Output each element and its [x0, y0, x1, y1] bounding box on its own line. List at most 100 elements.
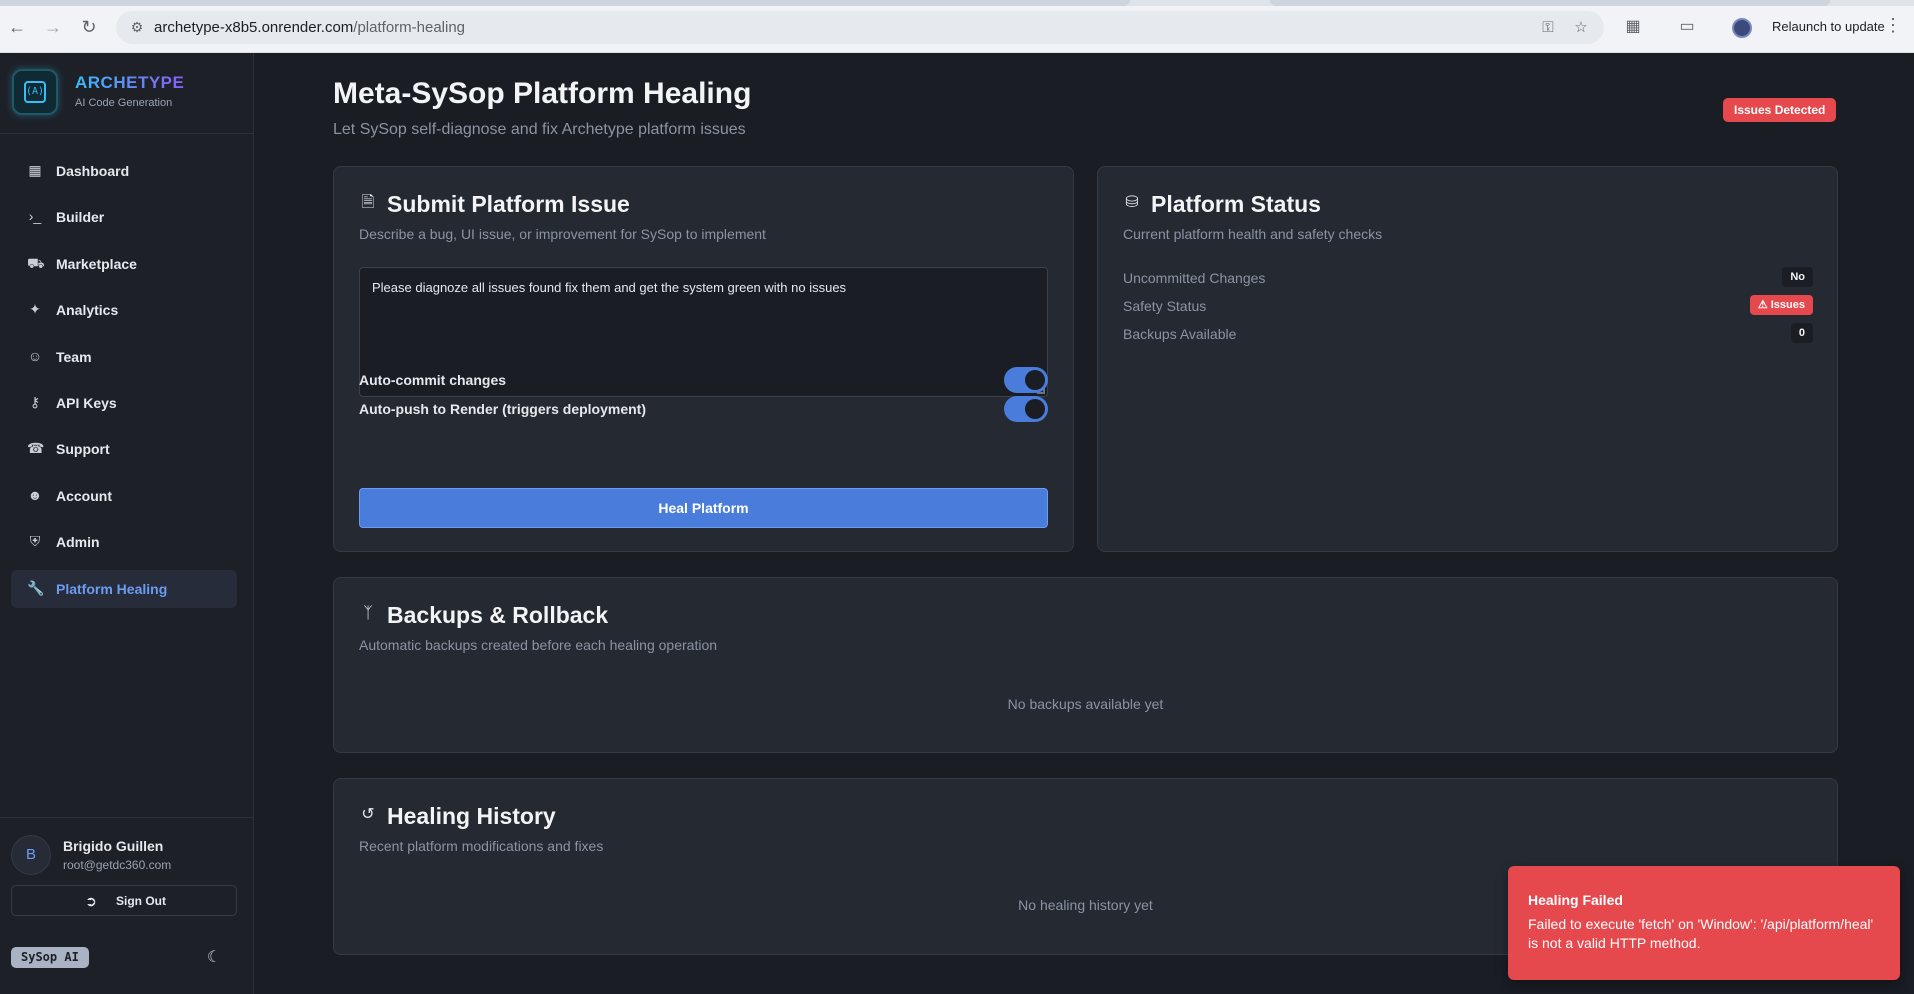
browser-menu-icon[interactable]: ⋮: [1884, 15, 1902, 36]
cart-icon: ⛟: [27, 254, 45, 271]
sidebar-item-label: Platform Healing: [56, 580, 168, 597]
sidebar-item-dashboard[interactable]: ▦ Dashboard: [11, 152, 237, 190]
backups-card: ᛉ Backups & Rollback Automatic backups c…: [333, 577, 1838, 753]
forward-icon[interactable]: →: [40, 14, 66, 40]
avatar: B: [11, 835, 51, 875]
theme-toggle-moon-icon[interactable]: ☾: [204, 948, 224, 968]
sign-out-label: Sign Out: [116, 894, 166, 908]
file-code-icon: 🗎: [361, 194, 375, 211]
sidebar-item-analytics[interactable]: ✦ Analytics: [11, 291, 237, 329]
terminal-icon: ›_: [28, 208, 42, 225]
grid-icon: ▦: [28, 162, 42, 178]
user-email: root@getdc360.com: [63, 858, 172, 872]
tab-background[interactable]: [1270, 0, 1830, 6]
sidebar-item-api-keys[interactable]: ⚷ API Keys: [11, 384, 237, 422]
password-key-icon[interactable]: ⚿: [1538, 18, 1558, 38]
status-row-safety: Safety Status ⚠ Issues: [1123, 295, 1813, 317]
status-badge: Issues Detected: [1723, 98, 1837, 122]
logo-mark: (A): [24, 81, 46, 103]
brand[interactable]: (A) ARCHETYPE AI Code Generation: [12, 69, 242, 119]
status-row-backups: Backups Available 0: [1123, 323, 1813, 345]
bookmark-star-icon[interactable]: ☆: [1571, 18, 1591, 38]
toggle-label: Auto-push to Render (triggers deployment…: [359, 401, 646, 417]
status-value-badge: No: [1782, 267, 1813, 287]
sidebar-item-marketplace[interactable]: ⛟ Marketplace: [11, 245, 237, 283]
platform-status-card: ⛁ Platform Status Current platform healt…: [1097, 166, 1838, 552]
tab-strip: [0, 0, 1914, 6]
sidebar-item-label: Support: [56, 441, 110, 458]
divider: [0, 133, 253, 134]
extensions-icon[interactable]: ▦: [1622, 16, 1644, 38]
user-profile: B Brigido Guillen root@getdc360.com: [11, 835, 241, 875]
sidebar-item-label: API Keys: [56, 394, 117, 411]
relaunch-button[interactable]: Relaunch to update: [1772, 19, 1885, 34]
logo-icon: (A): [12, 69, 58, 115]
headset-icon: ☎: [27, 440, 45, 457]
status-value-badge: 0: [1790, 323, 1813, 343]
users-icon: ☺: [27, 347, 43, 364]
sidebar-item-builder[interactable]: ›_ Builder: [11, 198, 237, 236]
history-icon: ↺: [361, 806, 375, 823]
sysop-badge: SySop AI: [11, 947, 89, 968]
sidebar-item-label: Builder: [56, 209, 105, 226]
auto-commit-row: Auto-commit changes: [359, 367, 1048, 393]
sparkles-icon: ✦: [29, 301, 41, 318]
brand-tagline: AI Code Generation: [75, 97, 173, 109]
card-subtitle: Describe a bug, UI issue, or improvement…: [359, 226, 766, 242]
sign-out-button[interactable]: ➲ Sign Out: [11, 885, 237, 916]
error-toast[interactable]: Healing Failed Failed to execute 'fetch'…: [1508, 866, 1900, 980]
safety-status-value: Issues: [1770, 299, 1805, 311]
auto-commit-toggle[interactable]: [1004, 367, 1048, 393]
back-icon[interactable]: ←: [4, 14, 30, 40]
reload-icon[interactable]: ↻: [76, 14, 102, 40]
status-key: Backups Available: [1123, 326, 1237, 342]
page-subtitle: Let SySop self-diagnose and fix Archetyp…: [333, 121, 746, 138]
toggle-label: Auto-commit changes: [359, 372, 507, 388]
shield-icon: ⛨: [29, 533, 41, 550]
toggle-knob: [1025, 399, 1045, 419]
site-info-icon[interactable]: ⚙: [128, 18, 146, 36]
status-key: Safety Status: [1123, 298, 1207, 314]
url-path: /platform-healing: [353, 19, 466, 36]
sidebar-item-support[interactable]: ☎ Support: [11, 430, 237, 468]
tab-background[interactable]: [0, 0, 1130, 6]
address-bar[interactable]: ⚙ archetype-x8b5.onrender.com/platform-h…: [116, 11, 1604, 44]
card-title: Healing History: [387, 803, 556, 829]
database-icon: ⛁: [1125, 194, 1139, 211]
page-title: Meta-SySop Platform Healing: [333, 77, 752, 110]
auto-push-toggle[interactable]: [1004, 396, 1048, 422]
user-icon: ☻: [27, 486, 43, 503]
url-host: archetype-x8b5.onrender.com: [154, 19, 354, 36]
sidebar-item-team[interactable]: ☺ Team: [11, 338, 237, 376]
sidebar: (A) ARCHETYPE AI Code Generation ▦ Dashb…: [0, 53, 254, 994]
sidebar-item-account[interactable]: ☻ Account: [11, 477, 237, 515]
profile-avatar-icon[interactable]: [1732, 18, 1752, 38]
heal-platform-button[interactable]: Heal Platform: [359, 488, 1048, 528]
media-cast-icon[interactable]: ▭: [1676, 16, 1698, 38]
card-title: Platform Status: [1151, 191, 1321, 217]
toast-message: Failed to execute 'fetch' on 'Window': '…: [1528, 916, 1874, 951]
sidebar-item-admin[interactable]: ⛨ Admin: [11, 523, 237, 561]
submit-issue-card: 🗎 Submit Platform Issue Describe a bug, …: [333, 166, 1074, 552]
textarea-value: Please diagnoze all issues found fix the…: [372, 280, 847, 295]
safety-status-badge: ⚠ Issues: [1749, 295, 1813, 315]
toggle-knob: [1025, 370, 1045, 390]
auto-push-row: Auto-push to Render (triggers deployment…: [359, 396, 1048, 422]
sidebar-nav: ▦ Dashboard ›_ Builder ⛟ Marketplace ✦ A…: [11, 152, 237, 616]
user-name: Brigido Guillen: [63, 838, 164, 854]
brand-name: ARCHETYPE: [75, 73, 185, 92]
sidebar-item-label: Analytics: [56, 302, 119, 319]
sidebar-item-label: Dashboard: [56, 163, 130, 179]
card-title: Backups & Rollback: [387, 602, 609, 628]
key-icon: ⚷: [29, 393, 41, 410]
card-subtitle: Automatic backups created before each he…: [359, 637, 718, 653]
url-text[interactable]: archetype-x8b5.onrender.com/platform-hea…: [154, 19, 465, 36]
sign-out-icon: ➲: [85, 893, 97, 909]
empty-state: No backups available yet: [1007, 696, 1164, 712]
toast-title: Healing Failed: [1528, 892, 1623, 908]
status-key: Uncommitted Changes: [1123, 270, 1266, 286]
git-branch-icon: ᛉ: [363, 605, 373, 622]
sidebar-item-platform-healing[interactable]: 🔧 Platform Healing: [11, 569, 237, 608]
status-row-uncommitted: Uncommitted Changes No: [1123, 267, 1813, 289]
card-subtitle: Recent platform modifications and fixes: [359, 838, 604, 854]
